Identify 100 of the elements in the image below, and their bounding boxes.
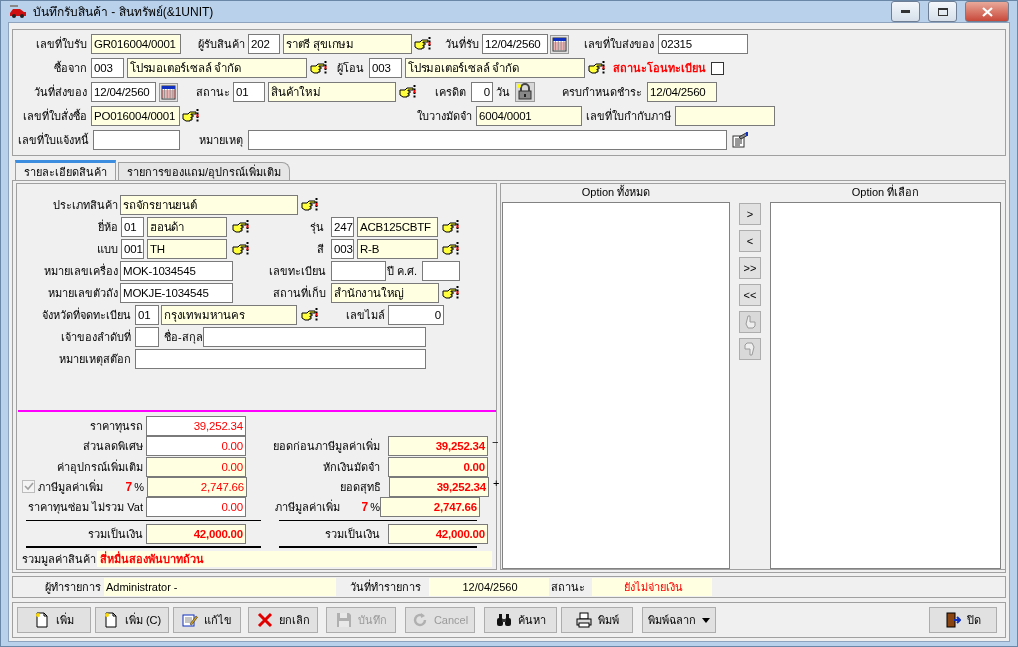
invoice-number-field[interactable] — [93, 130, 180, 150]
toolbar-button[interactable]: ยกเลิก — [248, 607, 318, 633]
code-field[interactable]: 202 — [248, 34, 280, 54]
move-button[interactable]: << — [739, 284, 761, 306]
toolbar-button[interactable]: ค้นหา — [484, 607, 557, 633]
field-label: ยอดก่อนภาษีมูลค่าเพิ่ม — [272, 437, 380, 455]
field-label: หมายเหตุสต๊อก — [58, 352, 131, 368]
maximize-button[interactable] — [928, 1, 957, 22]
move-button[interactable]: < — [739, 230, 761, 252]
amount-field[interactable]: 0.00 — [146, 497, 246, 518]
toolbar-button[interactable]: พิมพ์ฉลาก — [642, 607, 716, 633]
name-field[interactable]: R-B — [357, 239, 438, 259]
pointing-hand-icon[interactable] — [232, 241, 249, 257]
tab[interactable]: รายการของแถม/อุปกรณ์เพิ่มเติม — [118, 162, 291, 180]
name-field[interactable]: TH — [147, 239, 227, 259]
pointing-hand-icon[interactable] — [301, 197, 318, 213]
name-field[interactable]: โปรมอเตอร์เซลล์ จำกัด — [127, 58, 307, 78]
amount-field[interactable]: 2,747.66 — [380, 497, 480, 518]
toolbar-button[interactable]: พิมพ์ — [561, 607, 633, 633]
code-field[interactable]: 01 — [233, 82, 265, 102]
field-label: เครดิต — [434, 85, 466, 100]
receipt-number-field[interactable]: GR016004/0001 — [91, 34, 181, 54]
amount-field[interactable]: 39,252.34 — [389, 476, 489, 497]
close-window-button[interactable]: ปิด — [929, 607, 997, 633]
code-field[interactable]: 001 — [121, 239, 144, 259]
code-field[interactable]: 01 — [121, 217, 144, 237]
padlock-icon[interactable] — [515, 82, 535, 102]
tab[interactable]: รายละเอียดสินค้า — [15, 160, 116, 180]
total-field[interactable]: 42,000.00 — [146, 523, 246, 544]
remark-field[interactable] — [248, 130, 727, 150]
engine-number-field[interactable]: MOK-1034545 — [120, 261, 233, 281]
amount-field[interactable]: 39,252.34 — [146, 415, 246, 436]
toolbar-button[interactable]: แก้ไข — [173, 607, 241, 633]
name-field[interactable]: สินค้าใหม่ — [268, 82, 396, 102]
minimize-button[interactable] — [891, 1, 920, 22]
name-field[interactable]: โปรมอเตอร์เซลล์ จำกัด — [405, 58, 585, 78]
pointing-hand-icon[interactable] — [182, 108, 199, 124]
pointing-hand-icon[interactable] — [442, 285, 459, 301]
calendar-icon[interactable] — [159, 82, 178, 102]
tax-invoice-field[interactable] — [675, 106, 775, 126]
code-field[interactable]: 247 — [331, 217, 354, 237]
close-button[interactable] — [965, 1, 1009, 22]
code-field[interactable]: 01 — [135, 305, 159, 325]
year-field[interactable] — [422, 261, 460, 281]
po-number-field[interactable]: PO016004/0001 — [91, 106, 180, 126]
stock-remark-field[interactable] — [135, 349, 426, 369]
amount-field[interactable]: 39,252.34 — [388, 436, 488, 457]
owner-sequence-field[interactable] — [135, 327, 159, 347]
plate-number-field[interactable] — [331, 261, 386, 281]
total-field[interactable]: 42,000.00 — [388, 523, 488, 544]
pointing-hand-icon[interactable] — [442, 241, 459, 257]
owner-name-field[interactable] — [203, 327, 426, 347]
binoculars-icon — [495, 612, 512, 628]
mileage-field[interactable]: 0 — [388, 305, 444, 325]
credit-field[interactable]: 0 — [471, 82, 493, 102]
amount-field[interactable]: 0.00 — [146, 436, 246, 457]
field-label: วันที่ส่งของ — [33, 83, 87, 100]
pointing-hand-icon[interactable] — [399, 84, 416, 100]
amount-in-words: สี่หมื่นสองพันบาทถ้วน — [97, 551, 492, 568]
chassis-number-field[interactable]: MOKJE-1034545 — [120, 283, 233, 303]
field-label: เจ้าของลำดับที่ — [60, 328, 131, 345]
calendar-icon[interactable] — [550, 34, 569, 54]
code-field[interactable]: 003 — [91, 58, 124, 78]
name-field[interactable]: ฮอนด้า — [147, 217, 227, 237]
toolbar-button[interactable]: เพิ่ม (C) — [95, 607, 169, 633]
date-field[interactable]: 12/04/2560 — [647, 82, 717, 102]
move-button[interactable]: >> — [739, 257, 761, 279]
toolbar-button[interactable]: เพิ่ม — [17, 607, 91, 633]
field-label: หมายเลขเครื่อง — [43, 262, 118, 279]
pointing-hand-icon[interactable] — [310, 60, 327, 76]
location-field[interactable]: สำนักงานใหญ่ — [331, 283, 439, 303]
user-value: Administrator - — [104, 578, 336, 596]
pointing-hand-icon[interactable] — [232, 219, 249, 235]
date-field[interactable]: 12/04/2560 — [91, 82, 156, 102]
field-label: ส่วนลดพิเศษ — [82, 439, 143, 455]
list-title: Option ทั้งหมด — [580, 184, 652, 200]
pointing-hand-icon[interactable] — [301, 307, 318, 323]
field-label: วันที่ทำรายการ — [349, 578, 421, 595]
field-label: สถานะ — [550, 580, 585, 595]
pointing-hand-icon[interactable] — [588, 60, 605, 76]
field-label: ภาษีมูลค่าเพิ่ม — [275, 498, 341, 516]
pointing-hand-icon[interactable] — [414, 36, 431, 52]
field-label: ผู้ทำรายการ — [44, 580, 101, 596]
name-field[interactable]: ราตรี สุขเกษม — [283, 34, 412, 54]
product-type-field[interactable]: รถจักรยานยนต์ — [120, 195, 298, 215]
name-field[interactable]: ACB125CBTF — [357, 217, 438, 237]
list-title: Option ที่เลือก — [850, 184, 921, 200]
code-field[interactable]: 003 — [331, 239, 354, 259]
amount-field[interactable]: 0.00 — [388, 456, 488, 477]
date-field[interactable]: 12/04/2560 — [482, 34, 548, 54]
transfer-checkbox[interactable] — [711, 61, 724, 75]
field-label: เลขไมล์ — [345, 308, 385, 323]
name-field[interactable]: กรุงเทพมหานคร — [161, 305, 297, 325]
code-field[interactable]: 003 — [369, 58, 402, 78]
deposit-number-field[interactable]: 6004/0001 — [476, 106, 582, 126]
notepad-icon[interactable] — [732, 132, 749, 148]
pointing-hand-icon[interactable] — [442, 219, 459, 235]
move-button[interactable]: > — [739, 203, 761, 225]
delivery-number-field[interactable]: 02315 — [658, 34, 748, 54]
amount-field[interactable]: 0.00 — [146, 456, 246, 477]
